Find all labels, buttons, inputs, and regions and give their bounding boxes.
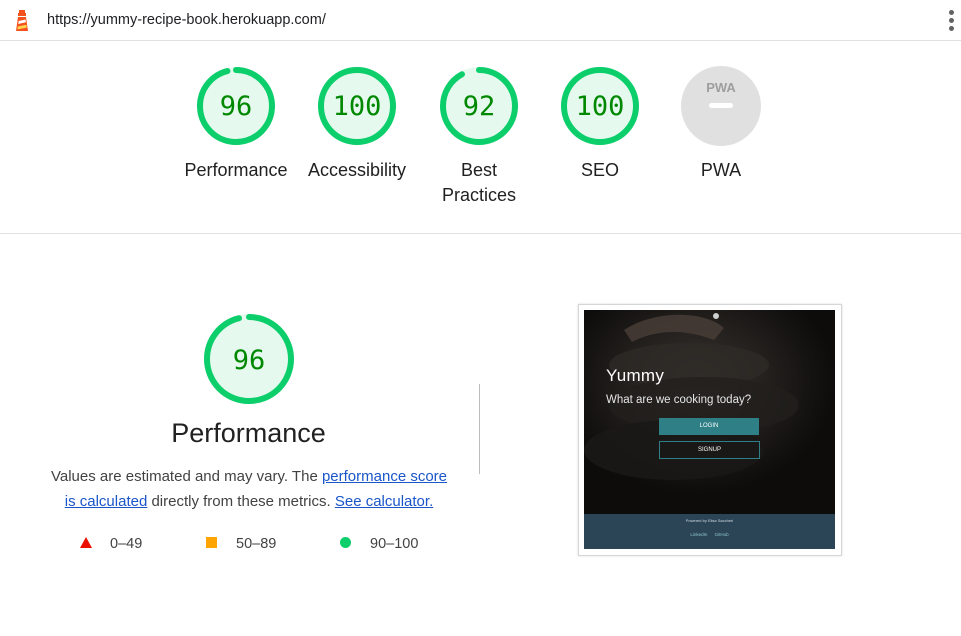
see-calculator-link[interactable]: See calculator. <box>335 493 433 510</box>
more-options-icon[interactable] <box>947 10 955 32</box>
gauge-label: Best Practices <box>441 160 517 205</box>
gauge-label: Accessibility <box>307 160 407 180</box>
gauge-performance[interactable]: 96 Performance <box>176 65 296 183</box>
info-icon <box>713 313 719 319</box>
gauge-ring: 92 <box>440 67 518 145</box>
gauge-ring: 100 <box>561 67 639 145</box>
gauge-best-practices[interactable]: 92 Best Practices <box>419 65 539 208</box>
gauge-score: 92 <box>463 91 496 122</box>
thumb-powered-by: Powered by Elisa Saccheri <box>685 518 734 523</box>
pwa-badge-icon: PWA <box>681 66 761 146</box>
gauge-ring: 96 <box>197 67 275 145</box>
lighthouse-logo-icon <box>16 10 28 31</box>
gauge-score: 96 <box>220 91 253 122</box>
performance-description: Values are estimated and may vary. The p… <box>46 464 452 514</box>
thumb-footer: Powered by Elisa Saccheri LinkedIn GitHu… <box>584 514 835 549</box>
gauge-score: 100 <box>576 91 625 122</box>
hero-image: Yummy What are we cooking today? LOGIN S… <box>584 310 835 514</box>
gauge-label: Performance <box>184 160 288 180</box>
thumb-login-button: LOGIN <box>659 418 759 435</box>
thumb-linkedin-link: LinkedIn <box>690 532 708 537</box>
gauge-seo[interactable]: 100 SEO <box>540 65 660 183</box>
circle-icon <box>340 537 351 548</box>
triangle-icon <box>80 537 92 548</box>
desc-text: directly from these metrics. <box>147 493 335 510</box>
pwa-badge-text: PWA <box>706 80 736 95</box>
performance-title: Performance <box>171 418 326 448</box>
section-divider <box>479 384 480 474</box>
final-screenshot[interactable]: Yummy What are we cooking today? LOGIN S… <box>578 304 842 556</box>
desc-text: Values are estimated and may vary. The <box>50 468 322 485</box>
thumb-github-link: GitHub <box>714 532 729 537</box>
bread-background-image <box>584 310 835 514</box>
page-url: https://yummy-recipe-book.herokuapp.com/ <box>47 12 326 28</box>
screenshot-image: Yummy What are we cooking today? LOGIN S… <box>584 310 835 549</box>
url-bar: https://yummy-recipe-book.herokuapp.com/ <box>0 0 961 41</box>
legend-range: 0–49 <box>110 536 143 552</box>
gauge-score: 100 <box>333 91 382 122</box>
legend-pass: 90–100 <box>340 536 418 552</box>
thumb-footer-links: LinkedIn GitHub <box>584 532 835 537</box>
thumb-brand: Yummy <box>606 366 665 385</box>
legend-average: 50–89 <box>206 536 276 552</box>
legend-fail: 0–49 <box>80 536 142 552</box>
thumb-signup-button: SIGNUP <box>659 441 760 459</box>
legend-range: 90–100 <box>370 536 419 552</box>
performance-score: 96 <box>233 345 266 376</box>
gauge-ring: 100 <box>318 67 396 145</box>
legend-range: 50–89 <box>236 536 277 552</box>
square-icon <box>206 537 217 548</box>
performance-gauge: 96 <box>204 314 294 404</box>
thumb-tagline: What are we cooking today? <box>606 394 752 406</box>
gauge-pwa[interactable]: PWA PWA <box>661 65 781 183</box>
gauge-label: PWA <box>700 160 742 180</box>
score-gauges: 96 Performance 100 Accessibility 92 Best… <box>0 40 961 234</box>
gauge-label: SEO <box>580 160 619 180</box>
gauge-accessibility[interactable]: 100 Accessibility <box>297 65 417 183</box>
